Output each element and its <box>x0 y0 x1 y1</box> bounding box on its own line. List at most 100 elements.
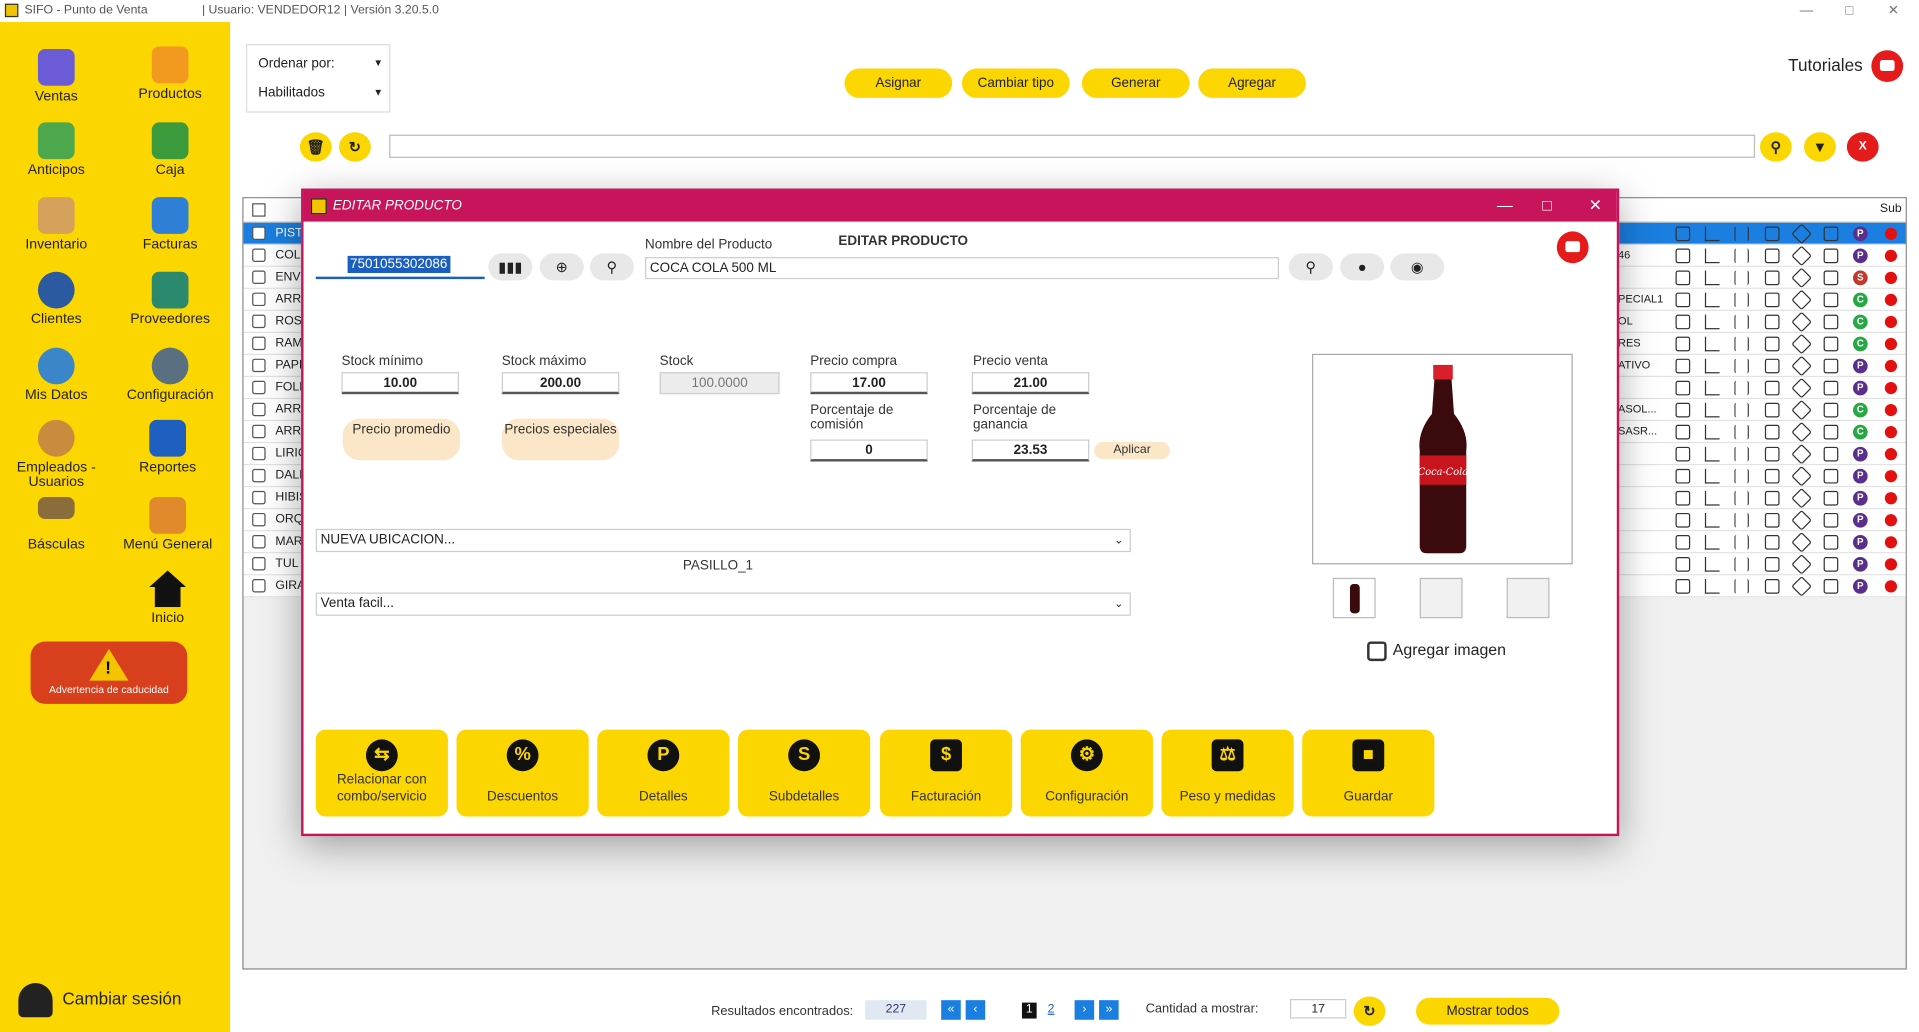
location-select[interactable]: NUEVA UBICACION... ⌄ <box>315 528 1131 553</box>
tag-icon[interactable] <box>1791 576 1812 597</box>
tag-icon[interactable] <box>1791 377 1812 399</box>
row-checkbox[interactable] <box>252 226 266 240</box>
edit-icon[interactable] <box>1675 490 1691 506</box>
sidebar-item-basculas[interactable]: Básculas <box>7 497 105 552</box>
copy-icon[interactable] <box>1823 248 1839 264</box>
sidebar-item-caja[interactable]: Caja <box>121 122 219 178</box>
row-checkbox[interactable] <box>252 579 266 593</box>
image-icon[interactable] <box>1764 292 1780 308</box>
barcode-input[interactable]: 7501055302086 <box>315 255 485 280</box>
discounts-button[interactable]: % Descuentos <box>456 729 589 817</box>
barcode-icon[interactable] <box>1734 314 1749 330</box>
stats-icon[interactable] <box>1704 490 1720 506</box>
search-input[interactable] <box>389 134 1756 158</box>
copy-icon[interactable] <box>1823 336 1839 352</box>
copy-icon[interactable] <box>1823 292 1839 308</box>
refresh-icon[interactable]: ↻ <box>1353 996 1386 1026</box>
subdetails-button[interactable]: S Subdetalles <box>738 729 871 817</box>
clear-search-button[interactable]: X <box>1846 132 1879 162</box>
image-thumb-3[interactable] <box>1506 577 1550 619</box>
zoom-icon[interactable]: ⚲ <box>589 253 634 281</box>
page-1-link[interactable]: 1 <box>1021 1002 1037 1019</box>
barcode-icon[interactable] <box>1734 402 1749 418</box>
next-page-icon[interactable]: › <box>1074 1000 1095 1020</box>
row-checkbox[interactable] <box>252 270 266 285</box>
copy-icon[interactable] <box>1823 358 1839 374</box>
copy-icon[interactable] <box>1823 579 1839 594</box>
image-icon[interactable] <box>1764 314 1780 330</box>
stats-icon[interactable] <box>1704 468 1720 484</box>
barcode-icon[interactable]: ▮▮▮ <box>488 253 533 281</box>
copy-icon[interactable] <box>1823 512 1839 528</box>
show-all-button[interactable]: Mostrar todos <box>1416 997 1560 1025</box>
eye-icon[interactable]: ◉ <box>1390 253 1445 281</box>
details-button[interactable]: P Detalles <box>597 729 730 817</box>
page-2-link[interactable]: 2 <box>1048 1003 1055 1016</box>
youtube-icon[interactable] <box>1556 231 1589 264</box>
avg-price-button[interactable]: Precio promedio <box>342 418 461 461</box>
combo-service-button[interactable]: ⇆ Relacionar con combo/servicio <box>315 729 448 817</box>
first-page-icon[interactable]: « <box>941 1000 961 1020</box>
change-type-button[interactable]: Cambiar tipo <box>961 68 1070 98</box>
sidebar-item-clientes[interactable]: Clientes <box>7 271 105 327</box>
sidebar-item-empleados[interactable]: Empleados - Usuarios <box>7 419 105 490</box>
copy-icon[interactable] <box>1823 380 1839 396</box>
apply-button[interactable]: Aplicar <box>1094 441 1171 460</box>
buy-price-input[interactable]: 17.00 <box>810 372 928 395</box>
row-checkbox[interactable] <box>252 358 266 373</box>
tag-icon[interactable] <box>1791 465 1812 487</box>
type-badge[interactable]: P <box>1852 468 1868 484</box>
copy-icon[interactable] <box>1823 446 1839 462</box>
product-name-input[interactable]: COCA COLA 500 ML <box>644 257 1279 280</box>
row-checkbox[interactable] <box>252 292 266 307</box>
edit-icon[interactable] <box>1675 226 1691 242</box>
stats-icon[interactable] <box>1704 358 1720 374</box>
row-checkbox[interactable] <box>252 557 266 571</box>
stock-max-input[interactable]: 200.00 <box>501 372 620 395</box>
sell-price-input[interactable]: 21.00 <box>971 372 1090 395</box>
tag-icon[interactable] <box>1791 421 1812 443</box>
type-badge[interactable]: S <box>1852 270 1868 286</box>
row-checkbox[interactable] <box>252 424 266 439</box>
edit-icon[interactable] <box>1675 380 1691 396</box>
edit-icon[interactable] <box>1675 314 1691 330</box>
type-badge[interactable]: P <box>1852 490 1868 506</box>
edit-icon[interactable] <box>1675 292 1691 308</box>
stats-icon[interactable] <box>1704 314 1720 330</box>
image-icon[interactable] <box>1764 490 1780 506</box>
copy-icon[interactable] <box>1823 402 1839 418</box>
row-checkbox[interactable] <box>252 446 266 461</box>
stock-min-input[interactable]: 10.00 <box>341 372 459 395</box>
stats-icon[interactable] <box>1704 380 1720 396</box>
type-badge[interactable]: P <box>1852 248 1868 264</box>
barcode-icon[interactable] <box>1734 270 1749 286</box>
delete-icon[interactable]: 🗑 <box>299 132 332 162</box>
tag-icon[interactable] <box>1791 531 1812 553</box>
tag-icon[interactable] <box>1791 223 1812 245</box>
stats-icon[interactable] <box>1704 226 1720 242</box>
type-badge[interactable]: C <box>1852 292 1868 308</box>
edit-icon[interactable] <box>1675 402 1691 418</box>
sidebar-item-ventas[interactable]: Ventas <box>7 48 105 104</box>
configuration-button[interactable]: ⚙ Configuración <box>1020 729 1153 817</box>
sidebar-item-menu-general[interactable]: Menú General <box>119 497 217 552</box>
type-badge[interactable]: C <box>1852 314 1868 330</box>
image-icon[interactable] <box>1764 358 1780 374</box>
row-checkbox[interactable] <box>252 468 266 483</box>
edit-icon[interactable] <box>1675 557 1691 572</box>
add-circle-icon[interactable]: ⊕ <box>539 253 584 281</box>
row-checkbox[interactable] <box>252 336 266 351</box>
sidebar-item-anticipos[interactable]: Anticipos <box>7 122 105 178</box>
edit-icon[interactable] <box>1675 358 1691 374</box>
search-icon[interactable]: ⚲ <box>1288 253 1333 281</box>
tag-icon[interactable] <box>1791 487 1812 509</box>
barcode-icon[interactable] <box>1734 358 1749 374</box>
edit-icon[interactable] <box>1675 248 1691 264</box>
type-badge[interactable]: P <box>1852 534 1868 550</box>
sale-type-select[interactable]: Venta facil... ⌄ <box>315 592 1131 616</box>
image-icon[interactable] <box>1764 468 1780 484</box>
edit-icon[interactable] <box>1675 534 1691 550</box>
stats-icon[interactable] <box>1704 557 1720 572</box>
tag-icon[interactable] <box>1791 333 1812 355</box>
maximize-icon[interactable]: □ <box>1831 0 1868 22</box>
